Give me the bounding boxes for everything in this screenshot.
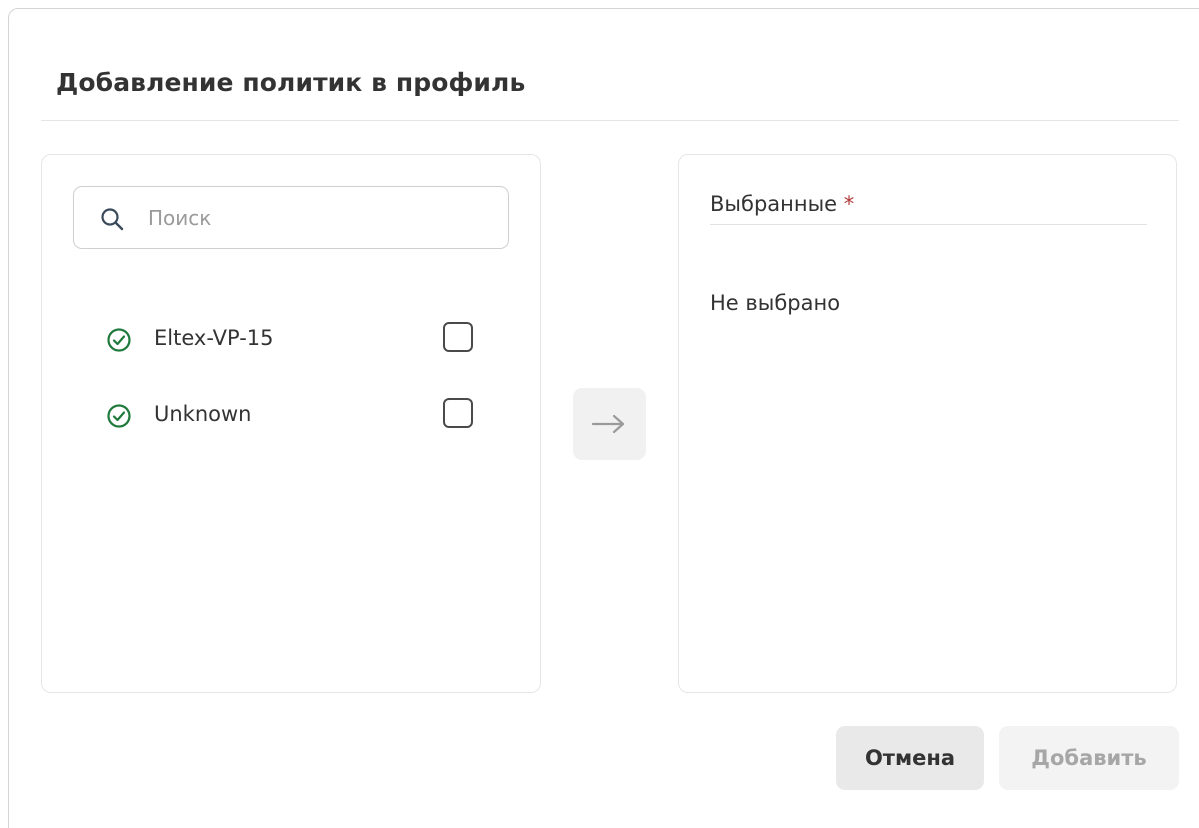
selected-divider: [710, 224, 1147, 225]
list-item[interactable]: Unknown: [106, 396, 486, 436]
selected-header: Выбранные *: [710, 192, 854, 216]
selected-policies-panel: [678, 154, 1177, 693]
list-item-label: Unknown: [154, 402, 252, 426]
check-circle-icon: [107, 328, 131, 352]
dialog-title: Добавление политик в профиль: [56, 68, 526, 97]
list-item[interactable]: Eltex-VP-15: [106, 320, 486, 360]
search-box[interactable]: [73, 186, 509, 249]
selected-label: Выбранные: [710, 192, 838, 216]
item-checkbox[interactable]: [443, 322, 473, 352]
move-to-selected-button[interactable]: [573, 388, 646, 460]
cancel-button[interactable]: Отмена: [836, 726, 984, 790]
search-input[interactable]: [148, 187, 488, 248]
title-divider: [41, 120, 1179, 121]
arrow-right-icon: [591, 414, 625, 434]
add-button[interactable]: Добавить: [999, 726, 1179, 790]
required-mark: *: [843, 192, 855, 216]
list-item-label: Eltex-VP-15: [154, 326, 274, 350]
search-icon: [101, 208, 124, 231]
empty-selection-text: Не выбрано: [710, 291, 841, 315]
check-circle-icon: [107, 404, 131, 428]
item-checkbox[interactable]: [443, 398, 473, 428]
